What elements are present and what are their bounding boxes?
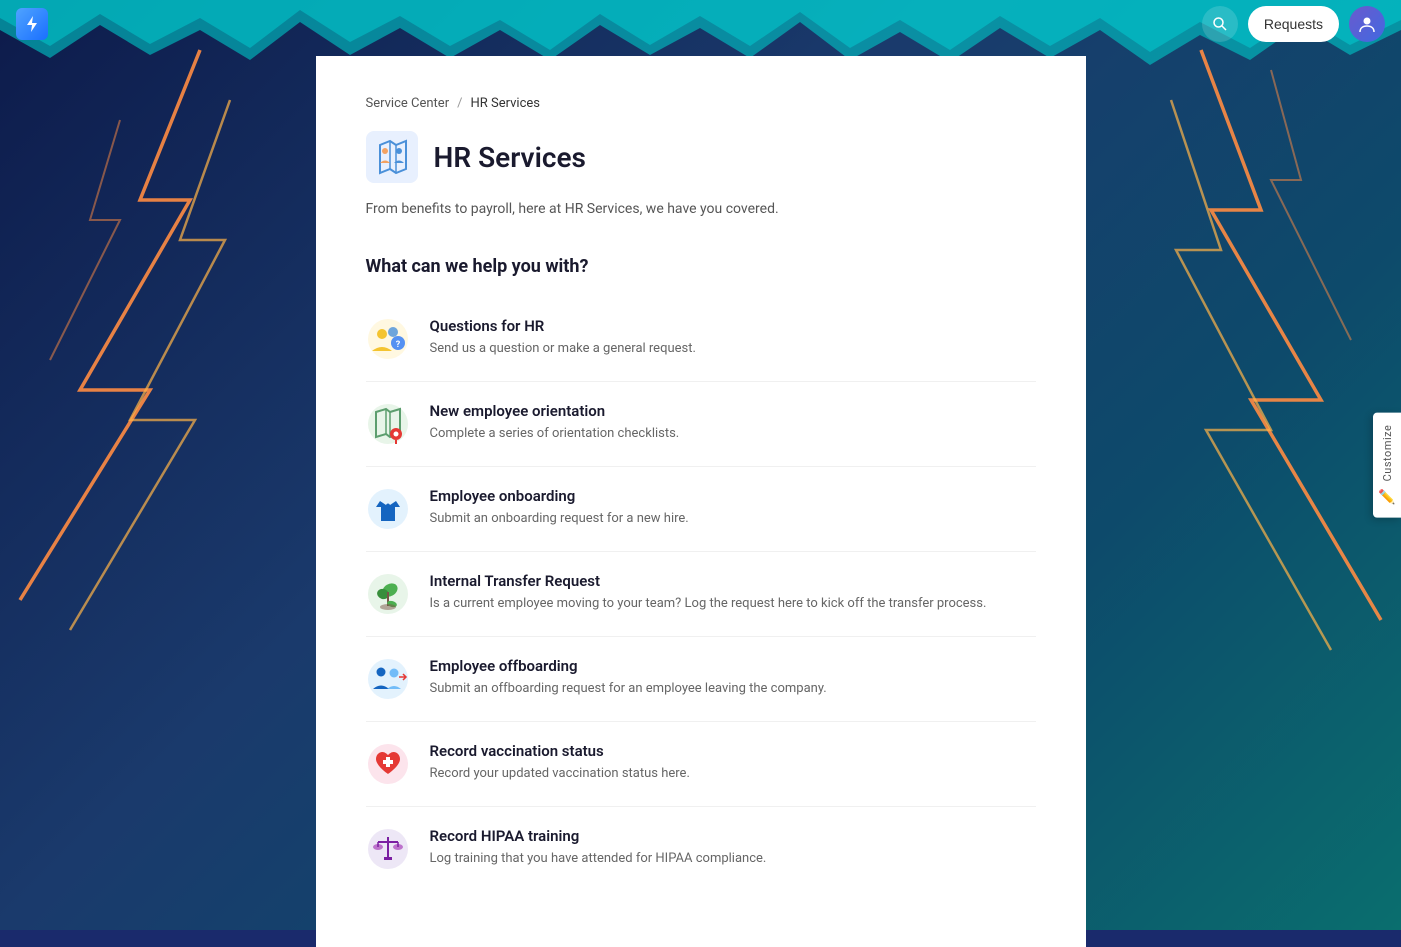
service-item-hr-questions[interactable]: ? Questions for HR Send us a question or …: [366, 301, 1036, 377]
page-title: HR Services: [434, 141, 586, 174]
page-header: HR Services: [366, 131, 1036, 183]
service-description-employee-offboarding: Submit an offboarding request for an emp…: [430, 679, 1036, 699]
service-icon-employee-offboarding: [366, 657, 410, 701]
service-description-vaccination-status: Record your updated vaccination status h…: [430, 764, 1036, 784]
service-title-employee-offboarding: Employee offboarding: [430, 657, 1036, 675]
service-description-employee-onboarding: Submit an onboarding request for a new h…: [430, 509, 1036, 529]
breadcrumb-current: HR Services: [470, 96, 540, 111]
service-icon-hr-questions: ?: [366, 317, 410, 361]
service-description-new-employee-orientation: Complete a series of orientation checkli…: [430, 424, 1036, 444]
service-item-new-employee-orientation[interactable]: New employee orientation Complete a serie…: [366, 386, 1036, 462]
services-list: ? Questions for HR Send us a question or …: [366, 301, 1036, 887]
customize-sidebar[interactable]: Customize ✏️: [1373, 413, 1401, 518]
main-wrapper: Service Center / HR Services: [0, 0, 1401, 947]
service-description-hipaa-training: Log training that you have attended for …: [430, 849, 1036, 869]
service-item-vaccination-status[interactable]: Record vaccination status Record your upd…: [366, 726, 1036, 802]
service-title-vaccination-status: Record vaccination status: [430, 742, 1036, 760]
service-icon-new-employee-orientation: [366, 402, 410, 446]
breadcrumb: Service Center / HR Services: [366, 96, 1036, 111]
service-item-employee-offboarding[interactable]: Employee offboarding Submit an offboardin…: [366, 641, 1036, 717]
service-item-internal-transfer[interactable]: Internal Transfer Request Is a current em…: [366, 556, 1036, 632]
service-title-employee-onboarding: Employee onboarding: [430, 487, 1036, 505]
service-item-hipaa-training[interactable]: Record HIPAA training Log training that y…: [366, 811, 1036, 887]
requests-button[interactable]: Requests: [1248, 6, 1339, 42]
content-panel: Service Center / HR Services: [316, 56, 1086, 947]
page-description: From benefits to payroll, here at HR Ser…: [366, 199, 1036, 220]
customize-label: Customize: [1381, 425, 1394, 482]
service-icon-vaccination-status: [366, 742, 410, 786]
search-button[interactable]: [1202, 6, 1238, 42]
service-item-employee-onboarding[interactable]: Employee onboarding Submit an onboarding …: [366, 471, 1036, 547]
section-heading: What can we help you with?: [366, 256, 1036, 277]
service-title-internal-transfer: Internal Transfer Request: [430, 572, 1036, 590]
avatar[interactable]: [1349, 6, 1385, 42]
nav-left: [16, 8, 48, 40]
service-icon-employee-onboarding: [366, 487, 410, 531]
service-description-internal-transfer: Is a current employee moving to your tea…: [430, 594, 1036, 614]
service-description-hr-questions: Send us a question or make a general req…: [430, 339, 1036, 359]
service-icon-internal-transfer: [366, 572, 410, 616]
service-title-new-employee-orientation: New employee orientation: [430, 402, 1036, 420]
nav-right: Requests: [1202, 6, 1385, 42]
svg-text:?: ?: [395, 340, 400, 350]
top-navigation: Requests: [0, 0, 1401, 48]
page-header-icon: [366, 131, 418, 183]
nav-logo[interactable]: [16, 8, 48, 40]
service-title-hr-questions: Questions for HR: [430, 317, 1036, 335]
breadcrumb-separator: /: [457, 96, 462, 111]
service-icon-hipaa-training: [366, 827, 410, 871]
customize-icon: ✏️: [1378, 489, 1395, 505]
service-title-hipaa-training: Record HIPAA training: [430, 827, 1036, 845]
breadcrumb-home[interactable]: Service Center: [366, 96, 450, 111]
